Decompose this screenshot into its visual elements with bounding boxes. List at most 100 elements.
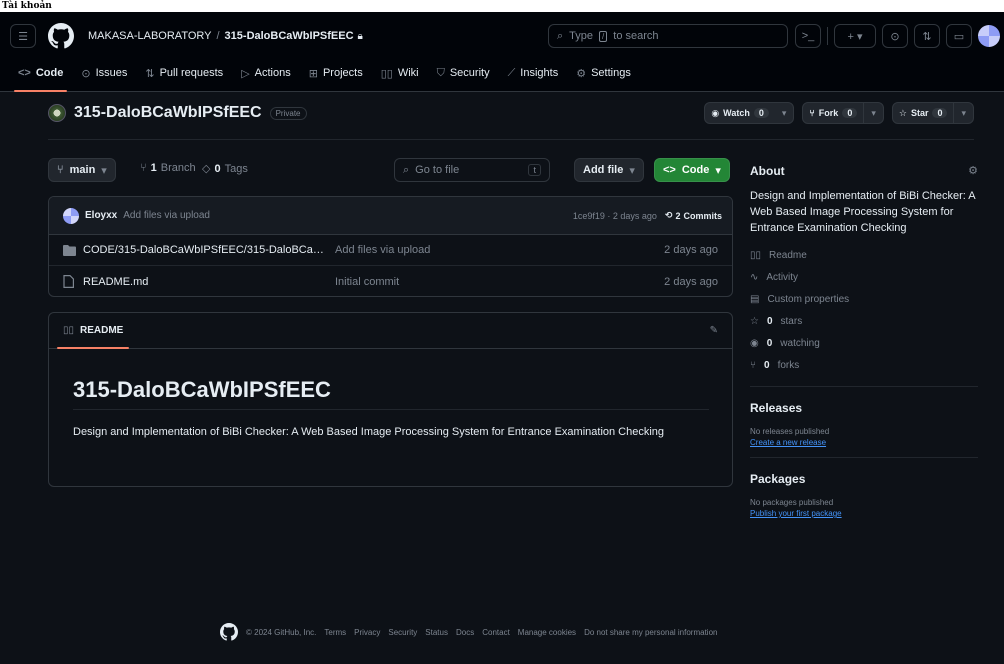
file-name[interactable]: CODE/315-DaloBCaWbIPSfEEC/315-DaloBCaW..…	[83, 244, 331, 256]
create-new-button[interactable]: + ▾	[834, 24, 876, 48]
tags-count: 0	[214, 162, 221, 175]
about-title: About	[750, 164, 785, 178]
go-to-file-input[interactable]: ⌕ Go to file t	[394, 158, 550, 182]
repo-owner-avatar	[48, 104, 66, 122]
chevron-down-icon[interactable]: ▾	[953, 103, 973, 123]
book-icon: ▯▯	[750, 249, 762, 261]
menu-button[interactable]: ☰	[10, 24, 36, 48]
file-commit-message[interactable]: Initial commit	[335, 276, 399, 288]
footer-link-docs[interactable]: Docs	[456, 628, 474, 637]
global-search-input[interactable]: ⌕ Type / to search	[548, 24, 788, 48]
commits-label: Commits	[683, 210, 722, 221]
readme-heading: 315-DaloBCaWbIPSfEEC	[73, 377, 709, 410]
commits-link[interactable]: ⟲ 2 Commits	[665, 210, 722, 221]
activity-link[interactable]: ∿ Activity	[750, 266, 978, 288]
releases-empty: No releases published	[750, 427, 830, 436]
tab-wiki[interactable]: ▯▯ Wiki	[381, 60, 419, 86]
forks-link[interactable]: ⑂ 0 forks	[750, 354, 978, 376]
breadcrumb-repo[interactable]: 315-DaloBCaWbIPSfEEC	[225, 30, 354, 42]
github-logo-icon[interactable]	[220, 623, 238, 641]
activity-link-label: Activity	[766, 271, 799, 283]
file-row[interactable]: CODE/315-DaloBCaWbIPSfEEC/315-DaloBCaW..…	[49, 235, 732, 266]
add-file-label: Add file	[583, 164, 624, 176]
repo-tabs: <> Code ⊙ Issues ⇅ Pull requests ▷ Actions ⊞…	[0, 60, 1004, 92]
tags-link[interactable]: ◇ 0 Tags	[202, 162, 248, 176]
tag-icon: ◇	[202, 163, 211, 175]
code-icon: <>	[663, 164, 676, 176]
file-commit-message[interactable]: Add files via upload	[335, 244, 430, 256]
footer-link-terms[interactable]: Terms	[324, 628, 346, 637]
tab-label: Settings	[591, 67, 631, 79]
branches-link[interactable]: ⑂ 1 Branch	[140, 162, 196, 174]
repo-name[interactable]: 315-DaloBCaWbIPSfEEC	[74, 104, 262, 122]
footer-link-security[interactable]: Security	[388, 628, 417, 637]
lock-icon: 🔒︎	[357, 30, 363, 42]
code-button[interactable]: <> Code ▾	[654, 158, 730, 182]
footer-link-privacy[interactable]: Privacy	[354, 628, 380, 637]
readme-link[interactable]: ▯▯ Readme	[750, 244, 978, 266]
footer-link-status[interactable]: Status	[425, 628, 448, 637]
plus-icon: + ▾	[847, 30, 863, 43]
tab-security[interactable]: ⛉ Security	[437, 60, 490, 86]
stars-link[interactable]: ☆ 0 stars	[750, 310, 978, 332]
command-palette-button[interactable]: >_	[795, 24, 821, 48]
footer-link-contact[interactable]: Contact	[482, 628, 510, 637]
readme-tab[interactable]: ▯▯ README ✎	[49, 313, 732, 349]
tab-code[interactable]: <> Code	[13, 60, 68, 92]
tab-settings[interactable]: ⚙ Settings	[576, 60, 631, 86]
tab-projects[interactable]: ⊞ Projects	[309, 60, 363, 86]
create-release-link[interactable]: Create a new release	[750, 438, 978, 447]
graph-icon: ⟋	[507, 66, 516, 79]
pencil-icon[interactable]: ✎	[710, 325, 718, 336]
commit-message[interactable]: Add files via upload	[123, 210, 210, 221]
gear-icon[interactable]: ⚙	[968, 164, 978, 177]
commit-author[interactable]: Eloyxx	[85, 210, 117, 221]
code-icon: <>	[18, 67, 31, 79]
issues-button[interactable]: ⊙	[882, 24, 908, 48]
publish-package-link[interactable]: Publish your first package	[750, 509, 978, 518]
footer-link-manage-cookies[interactable]: Manage cookies	[518, 628, 576, 637]
code-label: Code	[681, 164, 710, 176]
releases-title[interactable]: Releases	[750, 401, 978, 415]
chevron-down-icon[interactable]: ▾	[863, 103, 883, 123]
pull-request-icon: ⇅	[922, 30, 932, 43]
inbox-button[interactable]: ▭	[946, 24, 972, 48]
chevron-down-icon: ▾	[715, 164, 721, 177]
tab-pull-requests[interactable]: ⇅ Pull requests	[145, 60, 223, 86]
history-icon: ⟲	[664, 210, 673, 220]
star-icon: ☆	[898, 107, 907, 118]
watching-link[interactable]: ◉ 0 watching	[750, 332, 978, 354]
file-row[interactable]: README.md Initial commit 2 days ago	[49, 266, 732, 296]
hamburger-icon: ☰	[18, 30, 28, 43]
file-icon	[63, 275, 77, 288]
custom-properties-link[interactable]: ▤ Custom properties	[750, 288, 978, 310]
tab-insights[interactable]: ⟋ Insights	[508, 60, 559, 86]
footer-copyright: © 2024 GitHub, Inc.	[246, 627, 317, 637]
user-avatar[interactable]	[978, 25, 1000, 47]
search-placeholder-suffix: to search	[613, 30, 659, 42]
fork-button[interactable]: ⑂ Fork 0 ▾	[802, 102, 884, 124]
commit-hash-date[interactable]: 1ce9f19 · 2 days ago	[573, 211, 657, 221]
breadcrumb-owner[interactable]: MAKASA-LABORATORY	[88, 30, 211, 42]
star-count: 0	[932, 108, 948, 118]
branch-select-button[interactable]: ⑂ main ▾	[48, 158, 116, 182]
star-button[interactable]: ☆ Star 0 ▾	[891, 102, 974, 124]
packages-title[interactable]: Packages	[750, 472, 978, 486]
visibility-badge: Private	[269, 106, 307, 120]
readme-panel: ▯▯ README ✎ 315-DaloBCaWbIPSfEEC Design …	[48, 312, 733, 487]
tab-actions[interactable]: ▷ Actions	[241, 60, 291, 86]
file-date: 2 days ago	[664, 275, 718, 288]
packages-section: Packages No packages published Publish y…	[750, 457, 978, 518]
commit-author-avatar[interactable]	[63, 207, 79, 224]
pull-requests-button[interactable]: ⇅	[914, 24, 940, 48]
play-icon: ▷	[241, 67, 250, 80]
footer-link-do-not-share[interactable]: Do not share my personal information	[584, 628, 717, 637]
star-label: Star	[910, 108, 929, 118]
file-name[interactable]: README.md	[83, 276, 331, 288]
add-file-button[interactable]: Add file ▾	[574, 158, 644, 182]
chevron-down-icon[interactable]: ▾	[775, 103, 794, 123]
watch-button[interactable]: ◉ Watch 0 ▾	[704, 102, 795, 124]
tab-issues[interactable]: ⊙ Issues	[81, 60, 127, 86]
github-logo-icon[interactable]	[48, 23, 74, 49]
file-navigation: ⑂ main ▾ ⑂ 1 Branch ◇ 0 Tags ⌕ Go to fil…	[48, 158, 733, 182]
